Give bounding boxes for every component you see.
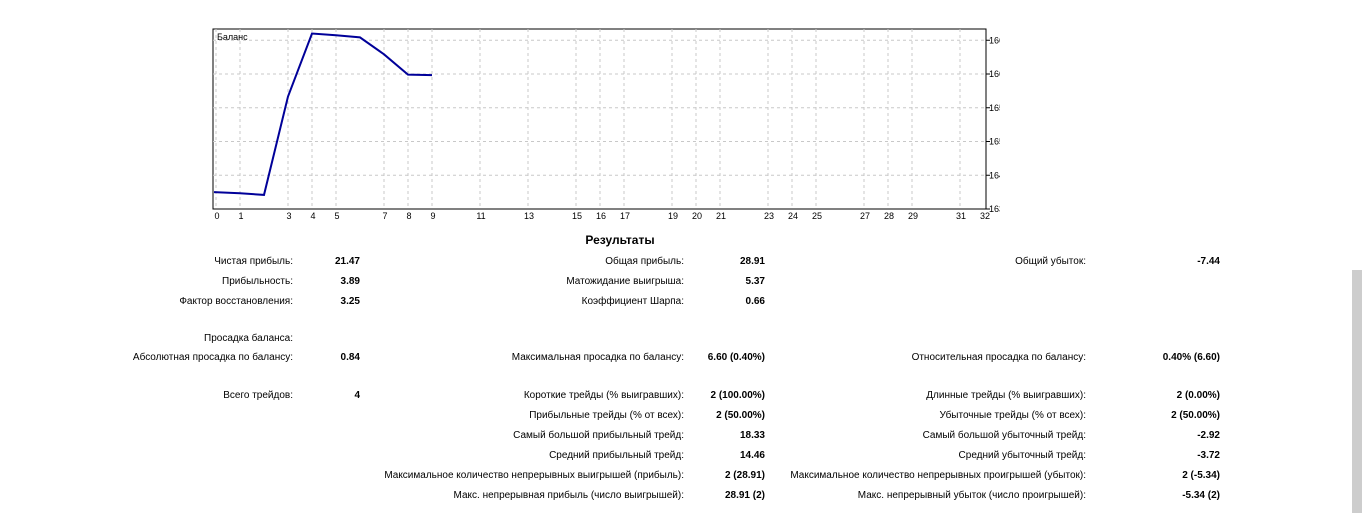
y-tick-label: 1638 — [989, 204, 1000, 214]
stat-label: Общий убыток: — [1015, 256, 1086, 267]
y-tick-label: 1662 — [989, 69, 1000, 79]
x-tick-label: 24 — [788, 211, 798, 221]
x-tick-label: 23 — [764, 211, 774, 221]
stat-value: 2 (50.00%) — [716, 410, 765, 421]
stat-label: Прибыльные трейды (% от всех): — [529, 410, 684, 421]
stat-value: 5.37 — [745, 276, 765, 287]
stat-value: 3.25 — [340, 296, 360, 307]
x-tick-label: 20 — [692, 211, 702, 221]
stat-label: Короткие трейды (% выигравших): — [523, 390, 684, 401]
stat-value: 2 (28.91) — [724, 470, 765, 481]
x-tick-label: 4 — [310, 211, 315, 221]
y-tick-label: 1668 — [989, 35, 1000, 45]
stat-value: -5.34 (2) — [1182, 490, 1220, 501]
stat-label: Фактор восстановления: — [179, 296, 293, 307]
x-tick-label: 17 — [620, 211, 630, 221]
x-tick-label: 19 — [668, 211, 678, 221]
balance-chart: 0 1 3 4 5 7 8 9 11 13 15 16 17 19 20 21 23 24 25 27 28 29 31 32… — [212, 28, 1000, 221]
stat-value: 18.33 — [739, 430, 765, 441]
stat-value: 21.47 — [334, 256, 360, 267]
stat-label: Макс. непрерывная прибыль (число выигрыш… — [453, 490, 684, 501]
stat-label: Максимальное количество непрерывных выиг… — [384, 470, 684, 481]
stat-label: Самый большой прибыльный трейд: — [513, 430, 684, 441]
stat-value: 28.91 (2) — [724, 490, 765, 501]
stat-label: Максимальная просадка по балансу: — [511, 352, 684, 363]
stat-value: 0.84 — [340, 352, 360, 363]
chart-title: Баланс — [217, 32, 248, 42]
stat-label: Средний убыточный трейд: — [958, 450, 1086, 461]
stat-value: 2 (-5.34) — [1182, 470, 1220, 481]
x-tick-label: 21 — [716, 211, 726, 221]
x-tick-label: 8 — [406, 211, 411, 221]
stat-label: Длинные трейды (% выигравших): — [926, 390, 1086, 401]
stat-value: 2 (100.00%) — [710, 390, 765, 401]
stat-value: 3.89 — [340, 276, 360, 287]
y-tick-label: 1644 — [989, 170, 1000, 180]
stat-value: 0.40% (6.60) — [1162, 352, 1220, 363]
stat-value: 14.46 — [739, 450, 765, 461]
stat-label: Просадка баланса: — [204, 333, 293, 344]
results-title: Результаты — [585, 233, 655, 247]
chart-x-axis: 0 1 3 4 5 7 8 9 11 13 15 16 17 19 20 21 23 24 25 27 28 29 31 32 — [214, 211, 990, 221]
stat-label: Общая прибыль: — [605, 256, 684, 267]
y-tick-label: 1656 — [989, 103, 1000, 113]
x-tick-label: 29 — [908, 211, 918, 221]
stat-label: Матожидание выигрыша: — [566, 276, 684, 287]
x-tick-label: 28 — [884, 211, 894, 221]
scrollbar-thumb[interactable] — [1352, 270, 1362, 513]
stat-value: 2 (0.00%) — [1176, 390, 1220, 401]
x-tick-label: 0 — [214, 211, 219, 221]
stat-value: 0.66 — [745, 296, 765, 307]
stat-label: Всего трейдов: — [223, 390, 293, 401]
x-tick-label: 31 — [956, 211, 966, 221]
stat-label: Средний прибыльный трейд: — [549, 450, 684, 461]
x-tick-label: 7 — [382, 211, 387, 221]
x-tick-label: 15 — [572, 211, 582, 221]
stat-label: Убыточные трейды (% от всех): — [939, 410, 1086, 421]
stat-value: -7.44 — [1197, 256, 1220, 267]
stat-label: Коэффициент Шарпа: — [581, 296, 684, 307]
stat-label: Прибыльность: — [222, 276, 293, 287]
x-tick-label: 13 — [524, 211, 534, 221]
stat-label: Максимальное количество непрерывных прои… — [790, 470, 1086, 481]
y-tick-label: 1650 — [989, 137, 1000, 147]
chart-y-axis: 1638 1644 1650 1656 1662 1668 — [986, 35, 1000, 214]
stat-value: -2.92 — [1197, 430, 1220, 441]
x-tick-label: 9 — [430, 211, 435, 221]
stat-value: 2 (50.00%) — [1171, 410, 1220, 421]
x-tick-label: 11 — [476, 211, 485, 221]
stat-value: 4 — [354, 390, 360, 401]
x-tick-label: 1 — [238, 211, 243, 221]
stat-label: Макс. непрерывный убыток (число проигрыш… — [857, 490, 1086, 501]
stat-value: -3.72 — [1197, 450, 1220, 461]
stat-label: Самый большой убыточный трейд: — [922, 430, 1086, 441]
stat-label: Чистая прибыль: — [214, 256, 293, 267]
x-tick-label: 3 — [286, 211, 291, 221]
stat-value: 28.91 — [739, 256, 765, 267]
x-tick-label: 5 — [334, 211, 339, 221]
stat-label: Абсолютная просадка по балансу: — [132, 352, 293, 363]
stat-label: Относительная просадка по балансу: — [911, 352, 1086, 363]
stat-value: 6.60 (0.40%) — [707, 352, 765, 363]
x-tick-label: 16 — [596, 211, 606, 221]
x-tick-label: 25 — [812, 211, 822, 221]
x-tick-label: 27 — [860, 211, 870, 221]
